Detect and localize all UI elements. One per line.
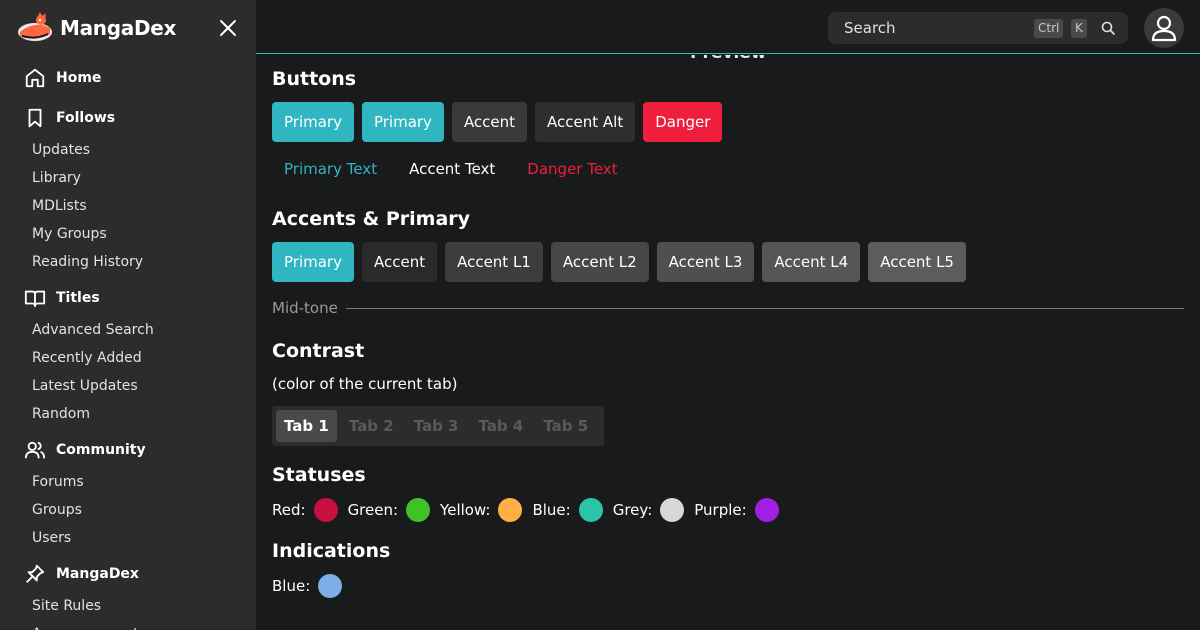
status-dot-grey — [660, 498, 685, 522]
sidebar-section-label: Titles — [56, 290, 100, 306]
tab-4[interactable]: Tab 4 — [470, 410, 531, 442]
sidebar-section-label: Home — [56, 70, 102, 86]
tab-5[interactable]: Tab 5 — [535, 410, 596, 442]
contrast-subtitle: (color of the current tab) — [272, 375, 458, 393]
sidebar-section-titles[interactable]: Titles — [0, 280, 256, 316]
sidebar-item-site-rules[interactable]: Site Rules — [0, 592, 256, 620]
sidebar-item-recently-added[interactable]: Recently Added — [0, 344, 256, 372]
status-label-yellow: Yellow: — [440, 501, 491, 519]
text-buttons-row: Primary Text Accent Text Danger Text — [272, 154, 638, 184]
primary-button-2[interactable]: Primary — [361, 102, 444, 142]
sidebar-nav: Home Follows Updates Library MDLists My … — [0, 60, 256, 630]
sidebar-item-updates[interactable]: Updates — [0, 136, 256, 164]
sidebar-item-announcements[interactable]: Announcements — [0, 620, 256, 630]
danger-button[interactable]: Danger — [643, 102, 723, 142]
preview-heading: Preview — [690, 55, 767, 63]
indications-heading: Indications — [272, 540, 391, 562]
sidebar-item-latest-updates[interactable]: Latest Updates — [0, 372, 256, 400]
indication-label-blue: Blue: — [272, 577, 311, 595]
main-content: Preview Buttons Primary Primary Accent A… — [272, 55, 1184, 630]
accent-button[interactable]: Accent — [451, 102, 528, 142]
primary-text-button[interactable]: Primary Text — [272, 154, 389, 184]
statuses-row: Red: Green: Yellow: Blue: Grey: Purple: — [272, 498, 789, 522]
sidebar-section-label: Community — [56, 442, 146, 458]
sidebar-item-random[interactable]: Random — [0, 400, 256, 428]
sidebar-item-mdlists[interactable]: MDLists — [0, 192, 256, 220]
statuses-heading: Statuses — [272, 464, 366, 486]
home-icon — [25, 68, 45, 88]
pin-icon — [26, 564, 45, 583]
accent-swatch-l1[interactable]: Accent L1 — [445, 242, 543, 282]
tab-3[interactable]: Tab 3 — [406, 410, 467, 442]
danger-text-button[interactable]: Danger Text — [515, 154, 629, 184]
status-label-grey: Grey: — [612, 501, 653, 519]
filled-buttons-row: Primary Primary Accent Accent Alt Danger — [272, 102, 730, 142]
accents-row: Primary Accent Accent L1 Accent L2 Accen… — [272, 242, 974, 282]
contrast-heading: Contrast — [272, 340, 365, 362]
search-placeholder: Search — [844, 19, 896, 37]
user-icon — [1151, 15, 1177, 42]
accent-swatch-l5[interactable]: Accent L5 — [868, 242, 966, 282]
sidebar-section-label: MangaDex — [56, 566, 139, 582]
sidebar-item-users[interactable]: Users — [0, 524, 256, 552]
sidebar-item-library[interactable]: Library — [0, 164, 256, 192]
tab-1[interactable]: Tab 1 — [276, 410, 337, 442]
sidebar-item-reading-history[interactable]: Reading History — [0, 248, 256, 276]
indication-dot-blue — [318, 574, 343, 598]
contrast-tabs: Tab 1 Tab 2 Tab 3 Tab 4 Tab 5 — [272, 406, 605, 446]
sidebar-section-mangadex[interactable]: MangaDex — [0, 556, 256, 592]
status-dot-red — [313, 498, 338, 522]
status-dot-yellow — [498, 498, 523, 522]
accent-alt-button[interactable]: Accent Alt — [535, 102, 636, 142]
mangadex-cat-logo-icon — [18, 12, 52, 41]
search-icon[interactable] — [1100, 20, 1116, 36]
brand-name: MangaDex — [60, 16, 177, 40]
accent-swatch-l3[interactable]: Accent L3 — [656, 242, 755, 282]
status-dot-blue — [578, 498, 603, 522]
sidebar-item-advanced-search[interactable]: Advanced Search — [0, 316, 256, 344]
sidebar-item-my-groups[interactable]: My Groups — [0, 220, 256, 248]
accent-swatch-l2[interactable]: Accent L2 — [550, 242, 649, 282]
sidebar-item-groups[interactable]: Groups — [0, 496, 256, 524]
search-input[interactable]: Search Ctrl K — [828, 12, 1128, 44]
status-label-green: Green: — [347, 501, 399, 519]
sidebar-item-forums[interactable]: Forums — [0, 468, 256, 496]
accent-text-button[interactable]: Accent Text — [397, 154, 507, 184]
sidebar: MangaDex Home Follows Updates Library MD… — [0, 0, 256, 630]
avatar[interactable] — [1144, 8, 1184, 48]
sidebar-section-home[interactable]: Home — [0, 60, 256, 96]
status-label-red: Red: — [272, 501, 306, 519]
status-label-purple: Purple: — [694, 501, 747, 519]
shortcut-ctrl-key: Ctrl — [1034, 19, 1064, 38]
accent-swatch-accent[interactable]: Accent — [361, 242, 438, 282]
midtone-label: Mid-tone — [272, 299, 338, 317]
midtone-divider: Mid-tone — [272, 299, 1184, 317]
tab-2[interactable]: Tab 2 — [341, 410, 402, 442]
close-icon[interactable] — [216, 16, 240, 40]
sidebar-section-label: Follows — [56, 110, 116, 126]
users-icon — [24, 441, 46, 459]
buttons-heading: Buttons — [272, 68, 357, 90]
sidebar-section-community[interactable]: Community — [0, 432, 256, 468]
status-dot-purple — [754, 498, 779, 522]
brand[interactable]: MangaDex — [16, 12, 176, 44]
accent-swatch-l4[interactable]: Accent L4 — [762, 242, 861, 282]
top-header: Search Ctrl K — [256, 0, 1200, 54]
sidebar-section-follows[interactable]: Follows — [0, 100, 256, 136]
accent-swatch-primary[interactable]: Primary — [272, 242, 354, 282]
primary-button[interactable]: Primary — [272, 102, 354, 142]
divider-line — [345, 307, 1184, 309]
status-label-blue: Blue: — [532, 501, 571, 519]
bookmark-icon — [28, 108, 42, 128]
shortcut-k-key: K — [1071, 19, 1087, 38]
accents-heading: Accents & Primary — [272, 208, 471, 230]
indications-row: Blue: — [272, 574, 352, 598]
book-icon — [24, 290, 46, 308]
status-dot-green — [406, 498, 431, 522]
